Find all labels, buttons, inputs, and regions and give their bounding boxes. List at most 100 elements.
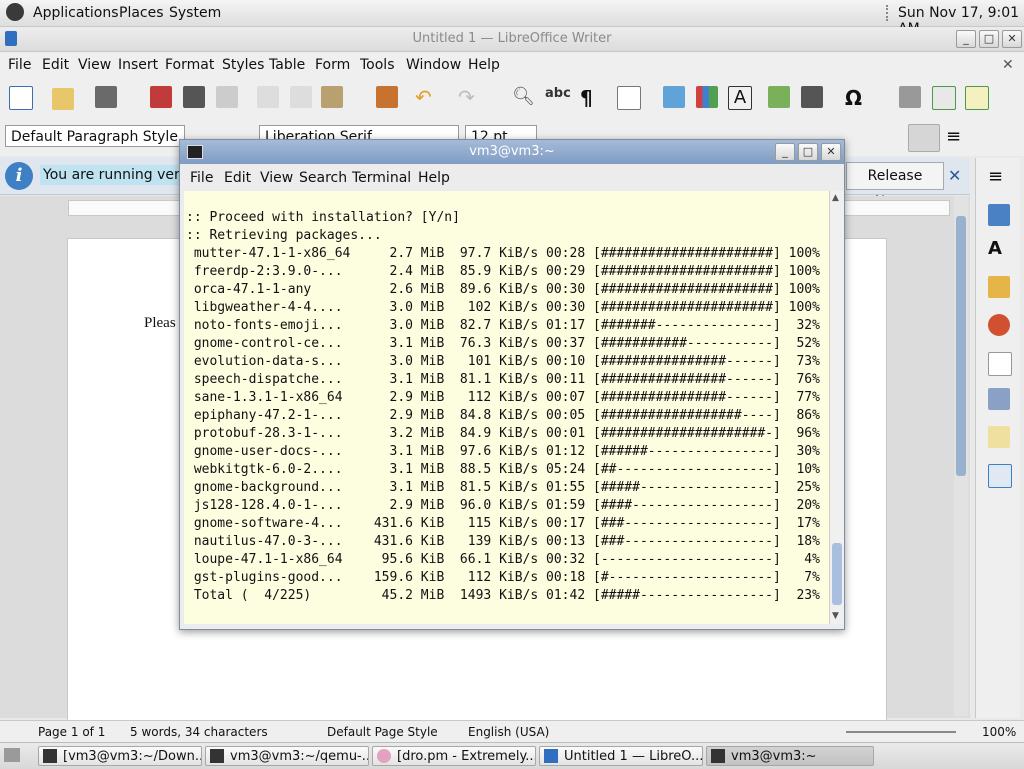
page-style-status[interactable]: Default Page Style <box>327 725 438 739</box>
export-pdf-icon[interactable] <box>150 86 172 108</box>
align-left-icon[interactable] <box>908 124 940 152</box>
scroll-down-icon[interactable]: ▼ <box>832 611 839 621</box>
maximize-button[interactable]: □ <box>979 30 999 48</box>
task-writer[interactable]: Untitled 1 — LibreO... <box>539 746 703 766</box>
redo-icon[interactable]: ↷ <box>458 86 480 108</box>
task-label: vm3@vm3:~/qemu-... <box>230 749 369 764</box>
terminal-minimize-button[interactable]: _ <box>775 143 795 161</box>
close-document-icon[interactable]: ✕ <box>1002 57 1014 73</box>
align-center-icon[interactable]: ≡ <box>946 126 968 148</box>
terminal-line: gnome-user-docs-... 3.1 MiB 97.6 KiB/s 0… <box>186 444 820 459</box>
hyperlink-icon[interactable] <box>899 86 921 108</box>
open-folder-icon[interactable] <box>52 88 74 110</box>
clone-formatting-icon[interactable] <box>376 86 398 108</box>
menu-file[interactable]: File <box>8 57 31 73</box>
task-label: [vm3@vm3:~/Down... <box>63 749 202 764</box>
insert-image-icon[interactable] <box>663 86 685 108</box>
comment-icon[interactable] <box>965 86 989 110</box>
terminal-line: gst-plugins-good... 159.6 KiB 112 KiB/s … <box>186 570 820 585</box>
terminal-line: freerdp-2:3.9.0-... 2.4 MiB 85.9 KiB/s 0… <box>186 264 820 279</box>
menu-format[interactable]: Format <box>165 57 214 73</box>
task-browser[interactable]: [dro.pm - Extremely... <box>372 746 536 766</box>
menu-help[interactable]: Help <box>468 57 500 73</box>
terminal-output[interactable]: :: Proceed with installation? [Y/n] :: R… <box>184 191 829 624</box>
task-terminal-home[interactable]: vm3@vm3:~ <box>706 746 874 766</box>
insert-table-icon[interactable] <box>617 86 641 110</box>
properties-icon[interactable] <box>988 204 1010 226</box>
release-notes-button[interactable]: Release Notes <box>846 162 944 210</box>
task-terminal-qemu[interactable]: vm3@vm3:~/qemu-... <box>205 746 369 766</box>
terminal-menu-terminal[interactable]: Terminal <box>352 170 411 186</box>
word-count[interactable]: 5 words, 34 characters <box>130 725 268 739</box>
task-terminal-downloads[interactable]: [vm3@vm3:~/Down... <box>38 746 202 766</box>
task-label: [dro.pm - Extremely... <box>397 749 536 764</box>
menu-edit[interactable]: Edit <box>42 57 69 73</box>
copy-icon[interactable] <box>290 86 312 108</box>
show-desktop-icon[interactable] <box>4 748 20 762</box>
insert-chart-icon[interactable] <box>696 86 718 108</box>
paragraph-style-combo[interactable]: Default Paragraph Style <box>5 125 185 147</box>
menu-table[interactable]: Table <box>269 57 305 73</box>
menu-form[interactable]: Form <box>315 57 350 73</box>
gallery-icon[interactable] <box>988 276 1010 298</box>
terminal-menu-view[interactable]: View <box>260 170 293 186</box>
system-menu[interactable]: System <box>169 5 221 21</box>
terminal-line: orca-47.1-1-any 2.6 MiB 89.6 KiB/s 00:30… <box>186 282 820 297</box>
special-character-icon[interactable]: Ω <box>845 86 867 110</box>
terminal-line: sane-1.3.1-1-x86_64 2.9 MiB 112 KiB/s 00… <box>186 390 820 405</box>
terminal-window[interactable]: vm3@vm3:~ _ □ ✕ File Edit View Search Te… <box>179 139 845 630</box>
menu-tools[interactable]: Tools <box>360 57 395 73</box>
standard-toolbar: ↶ ↷ 🔍︎ abc ¶ A Ω <box>0 78 1024 118</box>
terminal-menu-search[interactable]: Search <box>299 170 347 186</box>
spelling-icon[interactable]: abc <box>545 86 571 108</box>
gnome-foot-icon[interactable] <box>6 3 24 21</box>
find-replace-icon[interactable]: 🔍︎ <box>512 86 535 108</box>
formatting-marks-icon[interactable]: ¶ <box>580 86 602 110</box>
applications-menu[interactable]: Applications <box>33 5 119 21</box>
new-document-icon[interactable] <box>9 86 33 110</box>
terminal-titlebar[interactable]: vm3@vm3:~ _ □ ✕ <box>180 140 844 164</box>
cut-icon[interactable] <box>257 86 279 108</box>
close-button[interactable]: ✕ <box>1002 30 1022 48</box>
scroll-up-icon[interactable]: ▲ <box>832 193 839 203</box>
zoom-slider[interactable] <box>846 731 956 733</box>
terminal-menu-file[interactable]: File <box>190 170 213 186</box>
accessibility-check-icon[interactable] <box>988 464 1012 488</box>
insert-field-icon[interactable] <box>801 86 823 108</box>
terminal-menu-help[interactable]: Help <box>418 170 450 186</box>
terminal-menu-edit[interactable]: Edit <box>224 170 251 186</box>
vertical-scrollbar[interactable] <box>954 196 968 716</box>
insert-textbox-icon[interactable]: A <box>728 86 752 110</box>
footnote-icon[interactable] <box>932 86 956 110</box>
insert-page-break-icon[interactable] <box>768 86 790 108</box>
sidebar-menu-icon[interactable]: ≡ <box>988 166 1003 187</box>
page-status[interactable]: Page 1 of 1 <box>38 725 105 739</box>
zoom-level[interactable]: 100% <box>982 725 1016 739</box>
undo-icon[interactable]: ↶ <box>415 86 437 108</box>
terminal-close-button[interactable]: ✕ <box>821 143 841 161</box>
print-preview-icon[interactable] <box>216 86 238 108</box>
menu-styles[interactable]: Styles <box>222 57 264 73</box>
writer-title: Untitled 1 — LibreOffice Writer <box>412 31 612 46</box>
minimize-button[interactable]: _ <box>956 30 976 48</box>
menu-window[interactable]: Window <box>406 57 461 73</box>
style-inspector-icon[interactable] <box>988 388 1010 410</box>
places-menu[interactable]: Places <box>119 5 164 21</box>
writer-titlebar: Untitled 1 — LibreOffice Writer _ □ ✕ <box>0 27 1024 52</box>
terminal-scrollbar[interactable]: ▲ ▼ <box>829 191 844 624</box>
print-icon[interactable] <box>183 86 205 108</box>
styles-icon[interactable]: A <box>988 238 1010 260</box>
close-infobar-icon[interactable]: ✕ <box>948 166 961 185</box>
page-icon[interactable] <box>988 352 1012 376</box>
navigator-icon[interactable] <box>988 314 1010 336</box>
terminal-scrollbar-thumb[interactable] <box>832 543 842 605</box>
browser-icon <box>377 749 391 763</box>
paste-icon[interactable] <box>321 86 343 108</box>
save-icon[interactable] <box>95 86 117 108</box>
language-status[interactable]: English (USA) <box>468 725 549 739</box>
manage-changes-icon[interactable] <box>988 426 1010 448</box>
vertical-scrollbar-thumb[interactable] <box>956 216 966 476</box>
menu-view[interactable]: View <box>78 57 111 73</box>
menu-insert[interactable]: Insert <box>118 57 158 73</box>
terminal-maximize-button[interactable]: □ <box>798 143 818 161</box>
